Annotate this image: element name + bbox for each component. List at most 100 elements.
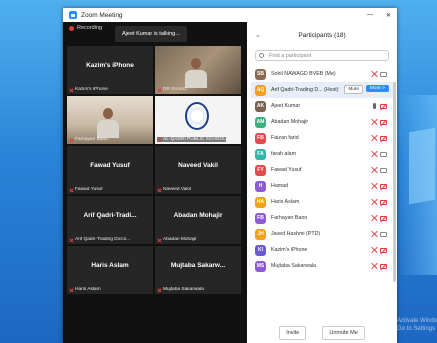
participant-name: Sohil NAWAGD BVEB (Me) [271,71,336,77]
mic-muted-icon [69,188,73,192]
participant-row[interactable]: SB Sohil NAWAGD BVEB (Me) [251,66,393,82]
participant-row[interactable]: AM Abadan Mohajir [251,114,393,130]
participant-row[interactable]: HA Haris Aslam [251,194,393,210]
participant-status [371,135,387,141]
mic-muted-icon [69,88,73,92]
participant-row[interactable]: JH Javed Hashmi (PTD) [251,226,393,242]
participant-status [371,119,387,125]
mic-muted-icon [69,238,73,242]
participant-avatar: FY [255,164,266,176]
tile-label: Kazim's iPhone [69,87,108,92]
mic-muted-icon [371,263,377,269]
participant-name: Ajeet Kumar [271,103,301,109]
tile-label: Farhayan Bano [69,137,108,142]
participant-search-input[interactable]: Find a participant [255,50,389,61]
window-title: Zoom Meeting [81,11,123,19]
participant-name: Arif Qadri-Trading D... (Host) [271,87,339,93]
participant-row[interactable]: AK Ajeet Kumar [251,98,393,114]
tile-label: Haris Aslam [69,287,101,292]
title-bar: Zoom Meeting — ✕ [63,8,397,22]
participant-row[interactable]: MS Mujtaba Sakarwala [251,258,393,274]
participant-avatar: AK [255,100,266,112]
tile-label: AL-QADRI PUBLIC SCHOOL [157,137,226,142]
video-off-icon [380,103,387,109]
invite-button[interactable]: Invite [279,326,307,340]
participant-row[interactable]: AQ Arif Qadri-Trading D... (Host) Mute More… [251,82,393,98]
participant-avatar: FB [255,212,266,224]
participant-name: farah alam [271,151,297,157]
video-off-icon [380,199,387,205]
participant-name: Abadan Mohajir [271,119,309,125]
minimize-button[interactable]: — [367,12,373,18]
participant-avatar: FA [255,148,266,160]
video-off-icon [380,263,387,269]
participant-video [185,58,207,88]
video-tile[interactable]: Naveed Vakil Naveed Vakil [155,146,241,194]
tile-name: Mujtaba Sakarw... [170,262,226,269]
unmute-me-button[interactable]: Unmute Me [322,326,365,340]
participant-avatar: AM [255,116,266,128]
participants-title: Participants (18) [298,32,346,39]
mic-muted-icon [157,88,161,92]
close-button[interactable]: ✕ [386,12,391,19]
mic-muted-icon [371,231,377,237]
participant-row[interactable]: FA farah alam [251,146,393,162]
tile-label: DR SAJAD [157,87,187,92]
tile-name: Kazim's iPhone [86,62,134,69]
mic-muted-icon [371,135,377,141]
participant-avatar: SB [255,68,266,80]
participant-status [371,71,387,77]
participant-name: Haris Aslam [271,199,300,205]
video-off-icon [380,215,387,221]
mic-muted-icon [157,238,161,242]
windows-logo [409,127,435,205]
participant-avatar: MS [255,260,266,272]
tile-name: Fawad Yusuf [90,162,130,169]
participant-avatar: HA [255,196,266,208]
video-tile[interactable]: Mujtaba Sakarw... Mujtaba Sakarwala [155,246,241,294]
meeting-area: Recording Ajeet Kumar is talking... Kazi… [63,22,247,343]
video-off-icon [380,183,387,189]
video-tile[interactable]: Arif Qadri-Tradi... Arif Qadri-Trading D… [67,196,153,244]
participant-status [371,167,387,173]
video-icon [380,71,387,77]
participant-status [371,215,387,221]
video-tile[interactable]: Fawad Yusuf Fawad Yusuf [67,146,153,194]
video-tile[interactable]: Kazim's iPhone Kazim's iPhone [67,46,153,94]
mic-muted-icon [371,183,377,189]
participant-row[interactable]: FB Faizan farid [251,130,393,146]
video-tile[interactable]: Haris Aslam Haris Aslam [67,246,153,294]
recording-label: Recording [77,25,103,31]
participants-footer: Invite Unmute Me [247,326,397,340]
search-placeholder: Find a participant [269,52,312,59]
participant-row[interactable]: KI Kazim's iPhone [251,242,393,258]
participant-row[interactable]: H Hamad [251,178,393,194]
mic-muted-icon [371,199,377,205]
tile-label: Abadan Mohajir [157,237,197,242]
video-tile[interactable]: Farhayan Bano [67,96,153,144]
mic-muted-icon [371,71,377,77]
speaking-banner: Ajeet Kumar is talking... [115,26,187,42]
activate-windows-watermark: Activate Windows Go to Settings [397,318,437,332]
video-tile[interactable]: Abadan Mohajir Abadan Mohajir [155,196,241,244]
mute-participant-button[interactable]: Mute [344,85,363,94]
participant-row[interactable]: FB Farhayan Bano [251,210,393,226]
mic-muted-icon [69,138,73,142]
video-tile[interactable]: DR SAJAD [155,46,241,94]
tile-name: Naveed Vakil [178,162,218,169]
participant-status [371,263,387,269]
mic-muted-icon [157,188,161,192]
mic-muted-icon [69,288,73,292]
participant-name: Javed Hashmi (PTD) [271,231,321,237]
mic-icon [372,103,376,109]
participant-list-scrollbar[interactable] [393,82,396,282]
video-icon [380,167,387,173]
zoom-window: Zoom Meeting — ✕ Recording Ajeet Kumar i… [63,8,397,343]
tile-name: Haris Aslam [91,262,129,269]
more-options-button[interactable]: More > [365,85,389,92]
participant-row[interactable]: FY Fawad Yusuf [251,162,393,178]
participant-name: Mujtaba Sakarwala [271,263,317,269]
video-tile[interactable]: AL-QADRI PUBLIC SCHOOL [155,96,241,144]
participant-name: Faizan farid [271,135,299,141]
participant-avatar: AQ [255,84,266,96]
